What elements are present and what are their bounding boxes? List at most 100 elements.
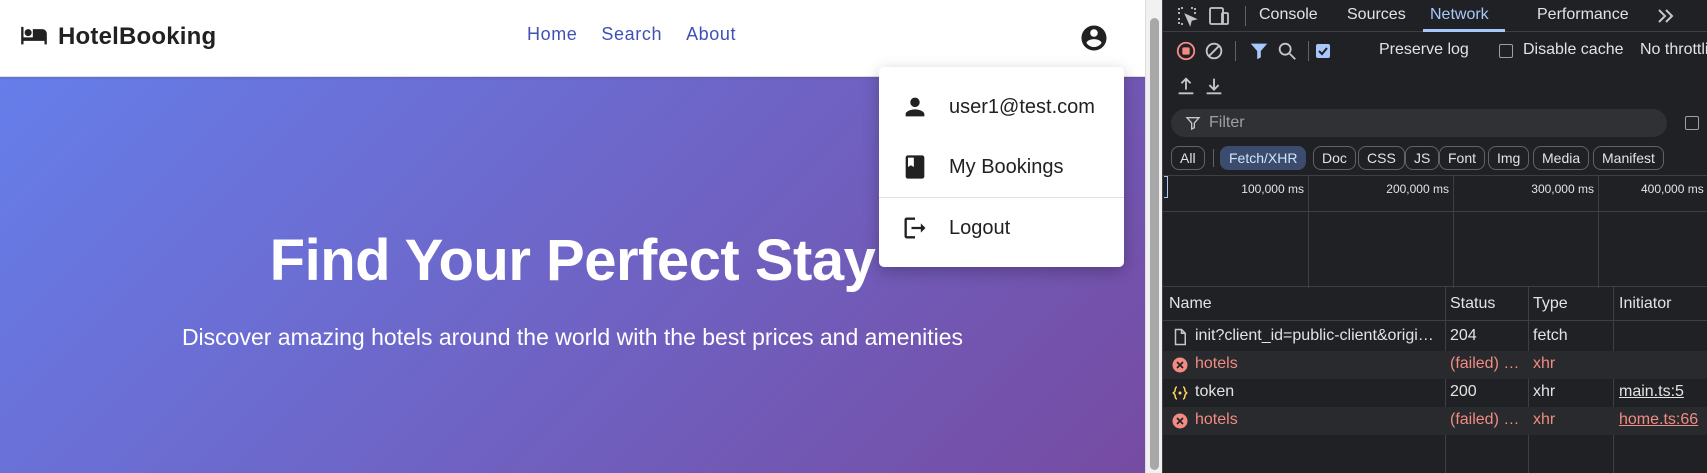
- timeline-tick-label: 100,000 ms: [1241, 182, 1304, 196]
- inspect-element-icon[interactable]: [1175, 4, 1199, 28]
- table-header: Name Status Type Initiator: [1163, 287, 1707, 321]
- column-header-name[interactable]: Name: [1169, 295, 1212, 313]
- timeline-tick-label: 400,000 ms: [1641, 182, 1704, 196]
- logout-icon: [904, 217, 926, 239]
- table-row[interactable]: hotels (failed) net::ERR_CONNECTION_REFU…: [1163, 351, 1707, 379]
- toolbar-divider: [1308, 41, 1309, 61]
- json-icon: [1171, 384, 1189, 402]
- type-filter-font[interactable]: Font: [1439, 146, 1486, 170]
- timeline-tick-label: 300,000 ms: [1531, 182, 1594, 196]
- tab-console[interactable]: Console: [1259, 6, 1318, 24]
- request-status: (failed) net::ERR_CONNECTION_REFUSED: [1450, 411, 1524, 428]
- disable-cache-label[interactable]: Disable cache: [1523, 41, 1624, 59]
- logout-label: Logout: [949, 216, 1011, 239]
- chevron-double-right-icon[interactable]: [1653, 4, 1677, 28]
- type-filter-divider: [1213, 149, 1214, 167]
- request-initiator[interactable]: home.ts:66: [1619, 411, 1705, 429]
- invert-filter-checkbox[interactable]: [1685, 116, 1699, 130]
- menu-item-my-bookings[interactable]: My Bookings: [879, 137, 1124, 197]
- timeline-tick-label: 200,000 ms: [1386, 182, 1449, 196]
- timeline-gridline: [1308, 176, 1309, 288]
- type-filter-all[interactable]: All: [1171, 146, 1205, 170]
- clear-log-icon[interactable]: [1203, 40, 1225, 67]
- error-icon: [1171, 412, 1189, 430]
- search-icon[interactable]: [1276, 40, 1298, 67]
- request-type: fetch: [1533, 327, 1568, 344]
- column-header-initiator[interactable]: Initiator: [1619, 295, 1671, 313]
- device-toolbar-icon[interactable]: [1207, 4, 1231, 28]
- request-name: hotels: [1195, 411, 1238, 428]
- table-row[interactable]: hotels (failed) net::ERR_CONNECTION_REFU…: [1163, 407, 1707, 435]
- request-type: xhr: [1533, 383, 1556, 400]
- hotel-app: HotelBooking Home Search About Find Your…: [0, 0, 1145, 473]
- request-type: xhr: [1533, 355, 1556, 372]
- top-navbar: HotelBooking Home Search About: [0, 0, 1145, 77]
- column-header-status[interactable]: Status: [1450, 295, 1495, 313]
- menu-item-logout[interactable]: Logout: [879, 198, 1124, 258]
- stop-recording-icon[interactable]: [1175, 40, 1197, 67]
- network-timeline-overview[interactable]: 100,000 ms 200,000 ms 300,000 ms 400,000…: [1163, 175, 1707, 288]
- account-menu: user1@test.com My Bookings Logout: [879, 67, 1124, 267]
- devtools-tab-bar: Console Sources Network Performance: [1163, 0, 1707, 32]
- document-icon: [1171, 328, 1189, 346]
- person-icon: [905, 97, 925, 117]
- request-type: xhr: [1533, 411, 1556, 428]
- screen: HotelBooking Home Search About Find Your…: [0, 0, 1707, 473]
- devtools-panel: Console Sources Network Performance Pres…: [1162, 0, 1707, 473]
- table-row[interactable]: init?client_id=public-client&origin=http…: [1163, 323, 1707, 351]
- hero-subtitle: Discover amazing hotels around the world…: [181, 324, 964, 350]
- type-filter-doc[interactable]: Doc: [1313, 146, 1356, 170]
- nav-link-home[interactable]: Home: [527, 24, 577, 45]
- timeline-gridline: [1598, 176, 1599, 288]
- tab-network[interactable]: Network: [1430, 6, 1489, 24]
- error-icon: [1171, 356, 1189, 374]
- table-row[interactable]: token 200 xhr main.ts:5: [1163, 379, 1707, 407]
- preserve-log-label[interactable]: Preserve log: [1379, 41, 1469, 59]
- throttling-select[interactable]: No throttling: [1640, 41, 1707, 59]
- filter-icon: [1185, 117, 1201, 131]
- import-har-icon[interactable]: [1175, 75, 1197, 102]
- account-circle-icon[interactable]: [1079, 23, 1109, 53]
- export-har-icon[interactable]: [1203, 75, 1225, 102]
- my-bookings-label: My Bookings: [949, 155, 1064, 178]
- request-status: (failed) net::ERR_CONNECTION_REFUSED: [1450, 355, 1524, 372]
- user-email: user1@test.com: [949, 95, 1095, 118]
- nav-link-about[interactable]: About: [686, 24, 736, 45]
- bed-icon: [20, 21, 48, 54]
- request-status: 204: [1450, 327, 1477, 344]
- brand[interactable]: HotelBooking: [20, 22, 216, 52]
- filter-input[interactable]: [1209, 112, 1649, 134]
- column-header-type[interactable]: Type: [1533, 295, 1568, 313]
- scrollbar-thumb[interactable]: [1150, 18, 1159, 470]
- timeline-range-handle[interactable]: [1164, 176, 1168, 198]
- page-scrollbar[interactable]: [1145, 0, 1162, 473]
- timeline-gridline: [1453, 176, 1454, 288]
- menu-item-user[interactable]: user1@test.com: [879, 77, 1124, 137]
- active-tab-indicator: [1423, 29, 1505, 32]
- request-name: init?client_id=public-client&origin=http…: [1195, 327, 1439, 344]
- disable-cache-checkbox[interactable]: [1499, 44, 1513, 58]
- preserve-log-checkbox[interactable]: [1316, 44, 1330, 58]
- request-initiator[interactable]: main.ts:5: [1619, 383, 1705, 401]
- type-filter-media[interactable]: Media: [1533, 146, 1590, 170]
- filter-funnel-icon[interactable]: [1248, 40, 1270, 67]
- main-nav: Home Search About: [527, 24, 736, 45]
- request-status: 200: [1450, 383, 1477, 400]
- book-icon: [905, 155, 925, 179]
- network-toolbar: Preserve log Disable cache No throttling: [1163, 33, 1707, 101]
- type-filter-js[interactable]: JS: [1405, 146, 1440, 170]
- network-requests-table: Name Status Type Initiator init?client_i…: [1163, 287, 1707, 473]
- tab-performance[interactable]: Performance: [1537, 6, 1629, 24]
- toolbar-divider: [1245, 6, 1246, 26]
- request-name: hotels: [1195, 355, 1238, 372]
- brand-name: HotelBooking: [58, 23, 217, 50]
- nav-link-search[interactable]: Search: [601, 24, 662, 45]
- tab-sources[interactable]: Sources: [1347, 6, 1406, 24]
- type-filter-img[interactable]: Img: [1488, 146, 1530, 170]
- filter-box[interactable]: [1171, 109, 1667, 137]
- toolbar-divider: [1235, 41, 1236, 61]
- type-filter-fetch-xhr[interactable]: Fetch/XHR: [1220, 146, 1307, 170]
- type-filter-css[interactable]: CSS: [1358, 146, 1405, 170]
- type-filter-manifest[interactable]: Manifest: [1593, 146, 1664, 170]
- request-name: token: [1195, 383, 1235, 400]
